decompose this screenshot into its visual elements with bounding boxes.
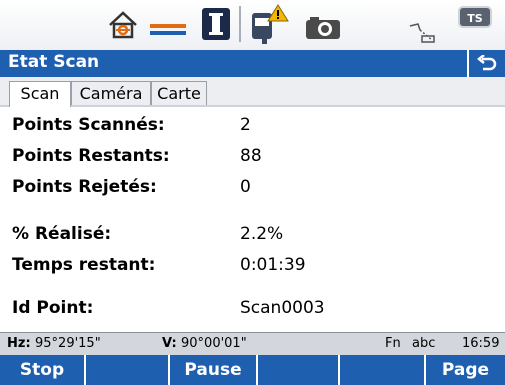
- status-bar: Hz: 95°29'15" V: 90°00'01" Fn abc 16:59: [0, 332, 505, 355]
- ts-badge-text: TS: [467, 12, 483, 25]
- tab-bar: Scan Caméra Carte: [0, 77, 505, 107]
- field-label: % Réalisé:: [12, 224, 112, 244]
- field-value: 88: [240, 146, 262, 166]
- field-label: Points Scannés:: [12, 115, 165, 135]
- hz-label: Hz:: [7, 336, 31, 351]
- field-value: Scan0003: [240, 298, 325, 318]
- instrument-icon[interactable]: [201, 7, 231, 45]
- v-value: 90°00'01": [181, 336, 247, 351]
- tab-map[interactable]: Carte: [151, 81, 207, 105]
- softkey-4[interactable]: [258, 355, 340, 385]
- page-button[interactable]: Page: [426, 355, 505, 385]
- home-target-icon[interactable]: [107, 10, 139, 44]
- field-label: Points Rejetés:: [12, 177, 157, 197]
- back-button[interactable]: [467, 50, 505, 77]
- softkey-2[interactable]: [86, 355, 170, 385]
- input-mode-indicator: abc: [412, 336, 436, 351]
- title-bar: Etat Scan: [0, 50, 505, 77]
- laser-pointer-icon[interactable]: [408, 22, 438, 48]
- field-label: Temps restant:: [12, 255, 156, 275]
- pause-button[interactable]: Pause: [170, 355, 258, 385]
- stop-button[interactable]: Stop: [0, 355, 86, 385]
- field-value: 2.2%: [240, 224, 284, 244]
- ts-badge-icon: TS: [458, 6, 492, 34]
- field-label: Points Restants:: [12, 146, 170, 166]
- tab-scan[interactable]: Scan: [9, 81, 71, 107]
- field-value: 0:01:39: [240, 255, 306, 275]
- field-label: Id Point:: [12, 298, 94, 318]
- tab-camera[interactable]: Caméra: [71, 81, 151, 105]
- undo-arrow-icon: [477, 54, 497, 70]
- camera-icon[interactable]: [305, 16, 341, 44]
- softkey-bar: Stop Pause Page: [0, 355, 505, 385]
- v-label: V:: [162, 336, 177, 351]
- field-value: 0: [240, 177, 251, 197]
- prism-icon[interactable]: [149, 22, 187, 42]
- fn-indicator: Fn: [385, 336, 401, 351]
- battery-warning-icon[interactable]: [250, 3, 290, 49]
- top-icon-bar: TS: [0, 0, 505, 50]
- field-value: 2: [240, 115, 251, 135]
- clock: 16:59: [462, 336, 500, 351]
- hz-value: 95°29'15": [35, 336, 101, 351]
- toolbar-separator: [239, 6, 241, 42]
- softkey-5[interactable]: [340, 355, 426, 385]
- page-title: Etat Scan: [8, 52, 100, 72]
